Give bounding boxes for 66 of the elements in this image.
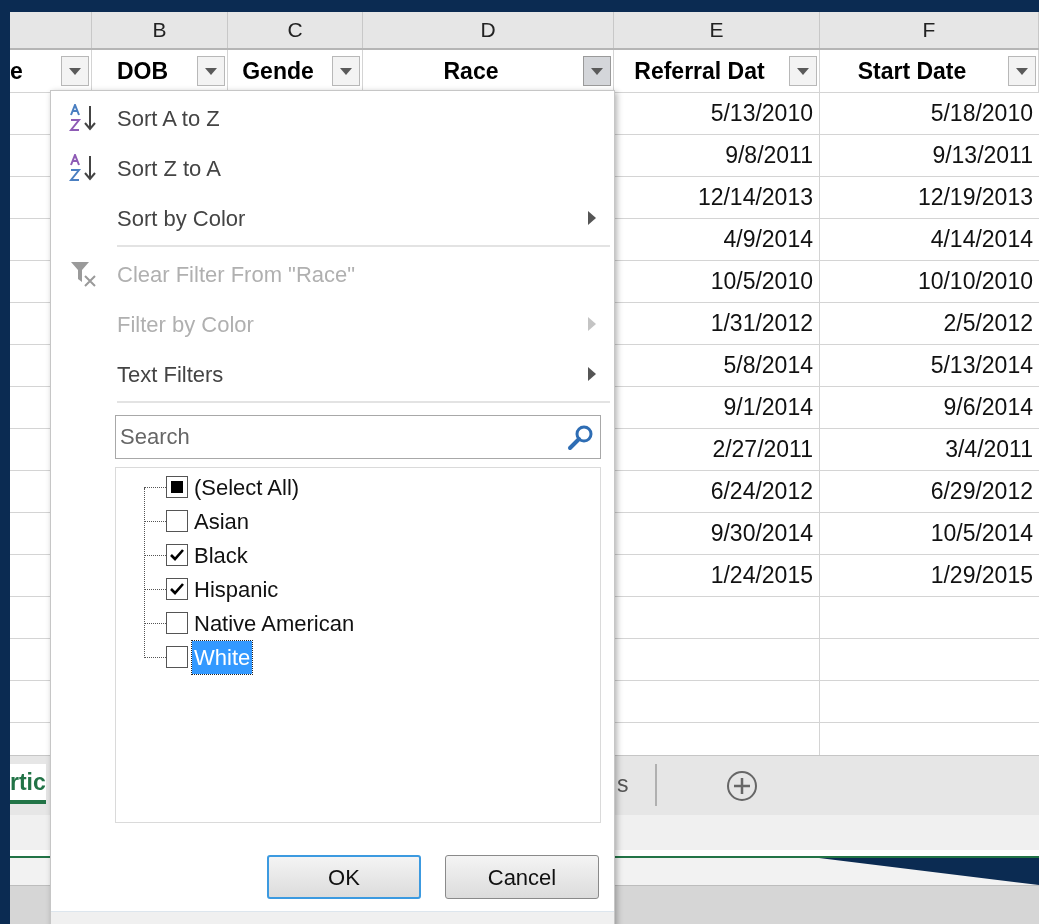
checkbox[interactable] xyxy=(166,510,188,532)
table-cell-text: 9/6/2014 xyxy=(942,393,1034,423)
filter-dropdown-button[interactable] xyxy=(332,56,360,86)
checkbox[interactable] xyxy=(166,612,188,634)
caret-icon xyxy=(1016,67,1028,75)
menu-item[interactable]: Sort Z to A xyxy=(51,143,614,193)
column-header: Referral Dat xyxy=(633,56,766,86)
caret-icon xyxy=(69,67,81,75)
filter-dropdown-button[interactable] xyxy=(583,56,611,86)
value-option[interactable]: (Select All) xyxy=(192,470,302,504)
ok-button[interactable]: OK xyxy=(267,855,421,899)
search-field[interactable]: Search xyxy=(115,415,601,459)
table-cell-text: 3/4/2011 xyxy=(944,435,1034,465)
column-header: Start Date xyxy=(856,56,968,86)
check-icon xyxy=(169,582,185,596)
checkbox[interactable] xyxy=(166,646,188,668)
table-cell-text: 6/29/2012 xyxy=(929,477,1034,507)
checkbox[interactable] xyxy=(166,544,188,566)
filter-dropdown-button[interactable] xyxy=(1008,56,1036,86)
value-option[interactable]: Asian xyxy=(192,504,252,538)
resize-grip-bar[interactable] xyxy=(51,911,614,924)
column-letter[interactable]: E xyxy=(614,12,820,48)
table-cell-text: 5/18/2010 xyxy=(929,99,1034,129)
sheet-tab[interactable]: rtic xyxy=(10,764,46,804)
column-letter[interactable]: C xyxy=(228,12,363,48)
value-option[interactable]: Hispanic xyxy=(192,572,281,606)
table-cell-text: 10/10/2010 xyxy=(916,267,1034,297)
sort-ascending-icon xyxy=(69,104,99,132)
filter-dropdown-button[interactable] xyxy=(61,56,89,86)
submenu-arrow-icon xyxy=(588,211,596,225)
column-letter[interactable]: D xyxy=(363,12,614,48)
filter-dropdown-button[interactable] xyxy=(197,56,225,86)
column-header: e xyxy=(10,56,24,86)
caret-icon xyxy=(340,67,352,75)
checkbox[interactable] xyxy=(166,476,188,498)
column-letter[interactable]: B xyxy=(92,12,228,48)
table-cell-text: 9/13/2011 xyxy=(931,141,1034,171)
table-cell-text: 12/19/2013 xyxy=(916,183,1034,213)
submenu-arrow-icon xyxy=(588,317,596,331)
menu-item[interactable]: Sort A to Z xyxy=(51,93,614,143)
submenu-arrow-icon xyxy=(588,367,596,381)
sheet-tab[interactable]: s xyxy=(617,764,629,804)
column-header: DOB xyxy=(115,56,170,86)
cancel-button[interactable]: Cancel xyxy=(445,855,599,899)
caret-icon xyxy=(797,67,809,75)
menu-item[interactable]: Sort by Color xyxy=(51,193,614,243)
value-option[interactable]: Native American xyxy=(192,606,357,640)
column-header: Gende xyxy=(241,56,315,86)
filter-dropdown-button[interactable] xyxy=(789,56,817,86)
search-icon xyxy=(567,423,595,451)
table-cell-text: 4/14/2014 xyxy=(929,225,1034,255)
caret-icon xyxy=(591,67,603,75)
clear-filter-icon xyxy=(69,260,99,288)
add-sheet-icon[interactable] xyxy=(726,770,758,802)
menu-item[interactable]: Text Filters xyxy=(51,349,614,399)
column-letter[interactable]: F xyxy=(820,12,1039,48)
value-option[interactable]: Black xyxy=(192,538,250,572)
checkbox[interactable] xyxy=(166,578,188,600)
sort-descending-icon xyxy=(69,154,99,182)
table-cell-text: 1/29/2015 xyxy=(929,561,1034,591)
table-cell-text: 10/5/2014 xyxy=(929,519,1034,549)
column-header: Race xyxy=(442,56,500,86)
table-cell-text: 2/5/2012 xyxy=(942,309,1034,339)
check-icon xyxy=(169,548,185,562)
caret-icon xyxy=(205,67,217,75)
table-cell-text: 5/13/2014 xyxy=(929,351,1034,381)
